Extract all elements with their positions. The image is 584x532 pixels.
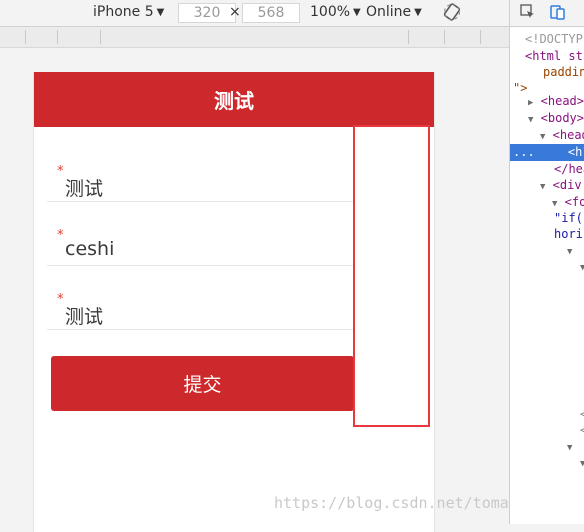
dropdown-caret-icon: ▼ bbox=[353, 6, 361, 18]
network-select[interactable]: Online ▼ bbox=[366, 4, 422, 20]
expand-arrow-icon[interactable]: ▼ bbox=[552, 199, 557, 209]
dom-line[interactable]: "> bbox=[513, 80, 527, 97]
overflow-highlight-box bbox=[353, 125, 430, 427]
submit-button[interactable]: 提交 bbox=[51, 356, 354, 411]
page-title: 测试 bbox=[214, 89, 254, 113]
dom-line[interactable]: "if(s bbox=[554, 210, 584, 227]
expand-arrow-icon[interactable]: ▼ bbox=[580, 454, 584, 471]
selected-row-prefix: ... bbox=[513, 145, 535, 159]
dom-node-div[interactable]: ▼ <div bbox=[540, 177, 582, 194]
field-value: 测试 bbox=[65, 306, 104, 328]
expand-arrow-icon[interactable]: ▼ bbox=[567, 242, 572, 259]
network-value: Online bbox=[366, 4, 412, 20]
zoom-select[interactable]: 100% ▼ bbox=[310, 4, 361, 20]
expand-arrow-icon[interactable]: ▼ bbox=[580, 258, 584, 275]
device-name: iPhone 5 bbox=[93, 4, 154, 20]
device-toggle-icon[interactable] bbox=[550, 4, 566, 20]
expand-arrow-icon[interactable]: ▼ bbox=[540, 132, 545, 142]
expand-arrow-icon[interactable]: ▼ bbox=[540, 182, 545, 192]
form-field-3[interactable]: * 测试 bbox=[47, 266, 354, 330]
dom-node-form[interactable]: ▼ <fo bbox=[552, 194, 584, 211]
device-toolbar: iPhone 5 ▼ 320 × 568 100% ▼ Online ▼ bbox=[0, 0, 509, 27]
rotate-icon[interactable] bbox=[443, 3, 461, 21]
form-field-1[interactable]: * 测试 bbox=[47, 138, 354, 202]
expand-arrow-icon[interactable]: < bbox=[580, 421, 584, 438]
height-input[interactable]: 568 bbox=[242, 3, 300, 23]
page-header: 测试 bbox=[34, 72, 434, 127]
dom-line[interactable]: <!DOCTYP bbox=[525, 31, 583, 48]
watermark: https://blog.csdn.net/tomatocc bbox=[274, 494, 545, 512]
required-marker: * bbox=[57, 228, 64, 243]
dom-node-body[interactable]: ▼ <body> bbox=[528, 110, 584, 127]
device-viewport: 测试 * 测试 * ceshi * 测试 提交 bbox=[0, 48, 509, 532]
device-select[interactable]: iPhone 5 ▼ bbox=[93, 4, 164, 20]
dom-line[interactable]: </hea bbox=[554, 161, 584, 178]
devtools-toolbar bbox=[510, 0, 584, 27]
field-value: 测试 bbox=[65, 178, 104, 200]
dimension-separator: × bbox=[229, 4, 241, 20]
dom-node-h1-selected[interactable]: ... <h1 bbox=[510, 144, 584, 161]
inspect-element-icon[interactable] bbox=[520, 4, 536, 20]
required-marker: * bbox=[57, 292, 64, 307]
media-query-ruler bbox=[0, 27, 509, 48]
dom-node-header[interactable]: ▼ <head bbox=[540, 127, 584, 144]
width-input[interactable]: 320 bbox=[178, 3, 236, 23]
dropdown-caret-icon: ▼ bbox=[156, 6, 165, 18]
required-marker: * bbox=[57, 164, 64, 179]
dom-line[interactable]: paddin bbox=[543, 64, 584, 81]
dom-line[interactable]: hori bbox=[554, 226, 583, 243]
form-field-2[interactable]: * ceshi bbox=[47, 202, 354, 266]
expand-arrow-icon[interactable]: < bbox=[580, 405, 584, 422]
expand-arrow-icon[interactable]: ▼ bbox=[567, 438, 572, 455]
dom-node-head[interactable]: ▶ <head>. bbox=[528, 93, 584, 110]
expand-arrow-icon[interactable]: ▶ bbox=[528, 98, 533, 108]
devtools-panel: <!DOCTYP <html st paddin "> ▶ <head>. ▼ … bbox=[509, 0, 584, 524]
field-value: ceshi bbox=[65, 238, 115, 260]
zoom-value: 100% bbox=[310, 4, 351, 20]
expand-arrow-icon[interactable]: ▼ bbox=[528, 115, 533, 125]
dropdown-caret-icon: ▼ bbox=[414, 6, 422, 18]
dom-line[interactable]: <html st bbox=[525, 48, 583, 65]
